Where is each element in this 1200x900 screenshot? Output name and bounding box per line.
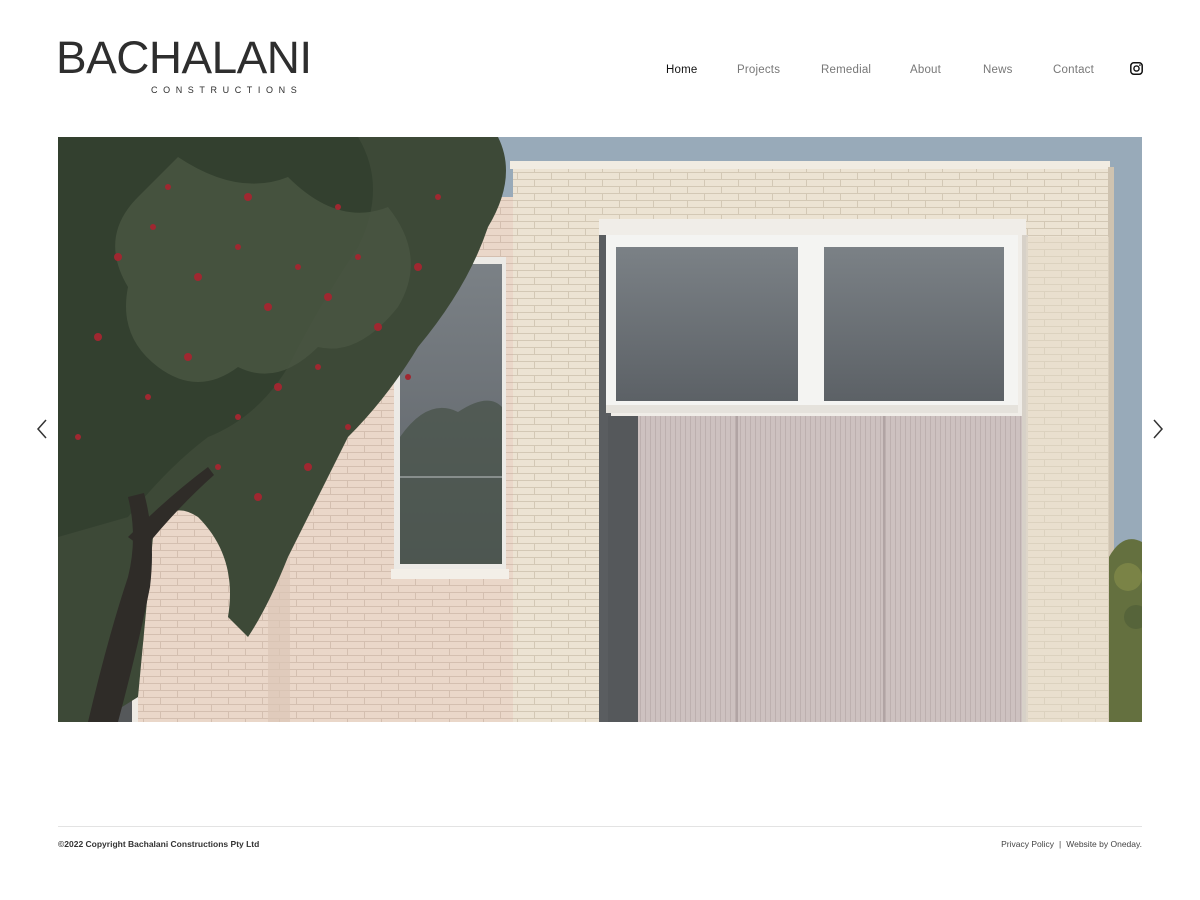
nav-item-about[interactable]: About: [910, 62, 941, 78]
footer-separator: |: [1059, 839, 1062, 849]
nav-item-projects[interactable]: Projects: [737, 62, 780, 78]
instagram-icon[interactable]: [1130, 62, 1143, 75]
privacy-policy-link[interactable]: Privacy Policy: [1001, 839, 1054, 849]
brand-tagline: CONSTRUCTIONS: [151, 85, 303, 95]
hero-slider: [58, 137, 1142, 722]
website-credit-link[interactable]: Website by Oneday.: [1066, 839, 1142, 849]
page: BACHALANI CONSTRUCTIONS Home Projects Re…: [0, 0, 1200, 900]
chevron-left-icon[interactable]: [35, 418, 49, 440]
footer-links: Privacy Policy | Website by Oneday.: [1001, 838, 1142, 850]
brand-logo[interactable]: BACHALANI CONSTRUCTIONS: [56, 32, 317, 100]
brand-wordmark: BACHALANI: [56, 32, 312, 83]
nav-item-contact[interactable]: Contact: [1053, 62, 1094, 78]
nav-item-home[interactable]: Home: [666, 62, 697, 78]
nav-item-news[interactable]: News: [983, 62, 1013, 78]
hero-image: [58, 137, 1142, 722]
footer-copyright: ©2022 Copyright Bachalani Constructions …: [58, 839, 260, 849]
footer-divider: [58, 826, 1142, 827]
nav-item-remedial[interactable]: Remedial: [821, 62, 871, 78]
chevron-right-icon[interactable]: [1151, 418, 1165, 440]
